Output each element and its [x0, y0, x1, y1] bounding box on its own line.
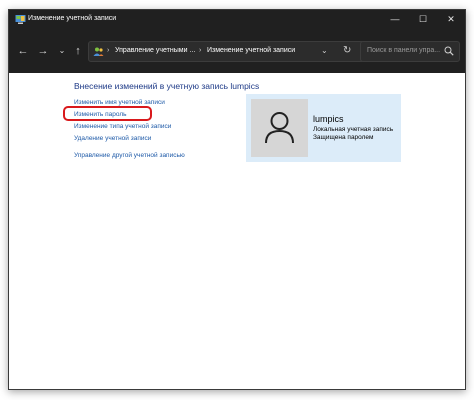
account-status: Защищена паролем: [313, 134, 374, 141]
minimize-button[interactable]: —: [381, 10, 409, 29]
account-name: lumpics: [313, 114, 344, 124]
breadcrumb-manage-accounts[interactable]: Управление учетными ...: [115, 47, 195, 54]
change-account-type-link[interactable]: Изменение типа учетной записи: [74, 123, 171, 130]
window-title: Изменение учетной записи: [28, 15, 117, 22]
address-bar[interactable]: › Управление учетными ... › Изменение уч…: [88, 41, 365, 62]
control-panel-icon: [15, 15, 26, 24]
up-button[interactable]: ↑: [70, 42, 86, 60]
breadcrumb-change-account[interactable]: Изменение учетной записи: [207, 47, 295, 54]
close-button[interactable]: ✕: [437, 10, 465, 29]
search-icon: [444, 46, 454, 56]
navigation-bar: ← → ⌄ ↑ › Управление учетными ... › Изме…: [9, 29, 465, 73]
delete-account-link[interactable]: Удаление учетной записи: [74, 135, 151, 142]
change-account-name-link[interactable]: Изменить имя учетной записи: [74, 99, 165, 106]
manage-another-account-link[interactable]: Управление другой учетной записью: [74, 152, 185, 159]
page-title: Внесение изменений в учетную запись lump…: [74, 81, 260, 91]
users-icon: [93, 47, 104, 56]
main-content: Внесение изменений в учетную запись lump…: [9, 73, 465, 389]
account-card: lumpics Локальная учетная запись Защищен…: [246, 94, 401, 162]
avatar: [251, 99, 308, 157]
breadcrumb-separator: ›: [107, 47, 110, 54]
forward-button[interactable]: →: [35, 42, 51, 60]
maximize-button[interactable]: ☐: [409, 10, 437, 29]
account-type: Локальная учетная запись: [313, 126, 394, 133]
search-input[interactable]: Поиск в панели упра...: [360, 41, 460, 62]
title-bar: Изменение учетной записи — ☐ ✕: [9, 10, 465, 29]
recent-locations-button[interactable]: ⌄: [54, 42, 70, 60]
search-placeholder: Поиск в панели упра...: [367, 47, 441, 54]
back-button[interactable]: ←: [15, 42, 31, 60]
chevron-down-icon[interactable]: ⌄: [321, 46, 328, 55]
breadcrumb-separator: ›: [199, 47, 202, 54]
account-change-window: Изменение учетной записи — ☐ ✕ ← → ⌄ ↑ ›…: [8, 9, 466, 390]
highlight-box: [63, 106, 152, 121]
user-avatar-icon: [265, 112, 294, 144]
refresh-icon[interactable]: ↻: [343, 45, 351, 56]
